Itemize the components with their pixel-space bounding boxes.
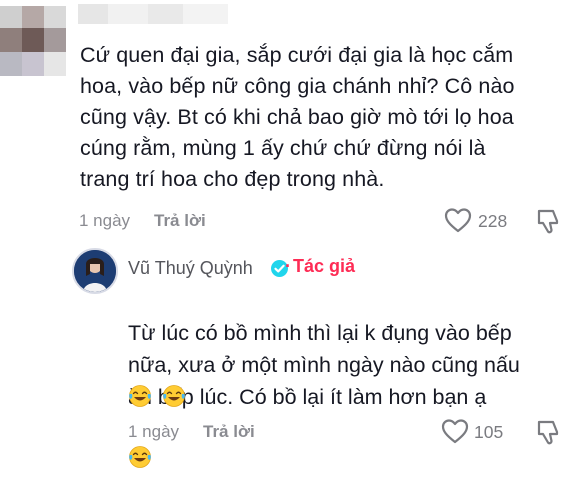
reply-text: Từ lúc có bồ mình thì lại k đụng vào bếp… [128,285,568,474]
comment-text: Cứ quen đại gia, sắp cưới đại gia là học… [80,43,515,191]
author-tag-separator: · [285,256,291,276]
blurred-username[interactable] [78,4,228,24]
thumb-down-outline-icon [537,420,559,445]
reply-reply-button[interactable]: Trả lời [203,422,255,442]
comment-reply-button[interactable]: Trả lời [154,211,206,231]
comment-dislike-button[interactable] [535,207,561,240]
reply-time: 1 ngày [128,422,180,441]
reply-text-content: Từ lúc có bồ mình thì lại k đụng vào bếp… [128,321,520,409]
thumb-down-outline-icon [537,209,559,234]
comment-like-button[interactable] [444,207,472,238]
reply-like-button[interactable] [441,418,469,449]
comment-like-count: 228 [478,211,508,231]
tears-of-joy-emoji [128,384,152,408]
reply-dislike-button[interactable] [535,418,561,451]
comment-time: 1 ngày [79,211,131,230]
reply-author-name[interactable]: Vũ Thuý Quỳnh [128,258,253,279]
heart-outline-icon [444,208,472,233]
author-avatar[interactable] [72,248,118,294]
tears-of-joy-emoji [162,384,186,408]
author-tag: Tác giả [293,256,356,276]
reply-emoji-row [128,384,186,409]
reply-like-count: 105 [474,422,504,442]
heart-outline-icon [441,419,469,444]
blurred-avatar[interactable] [0,6,66,76]
